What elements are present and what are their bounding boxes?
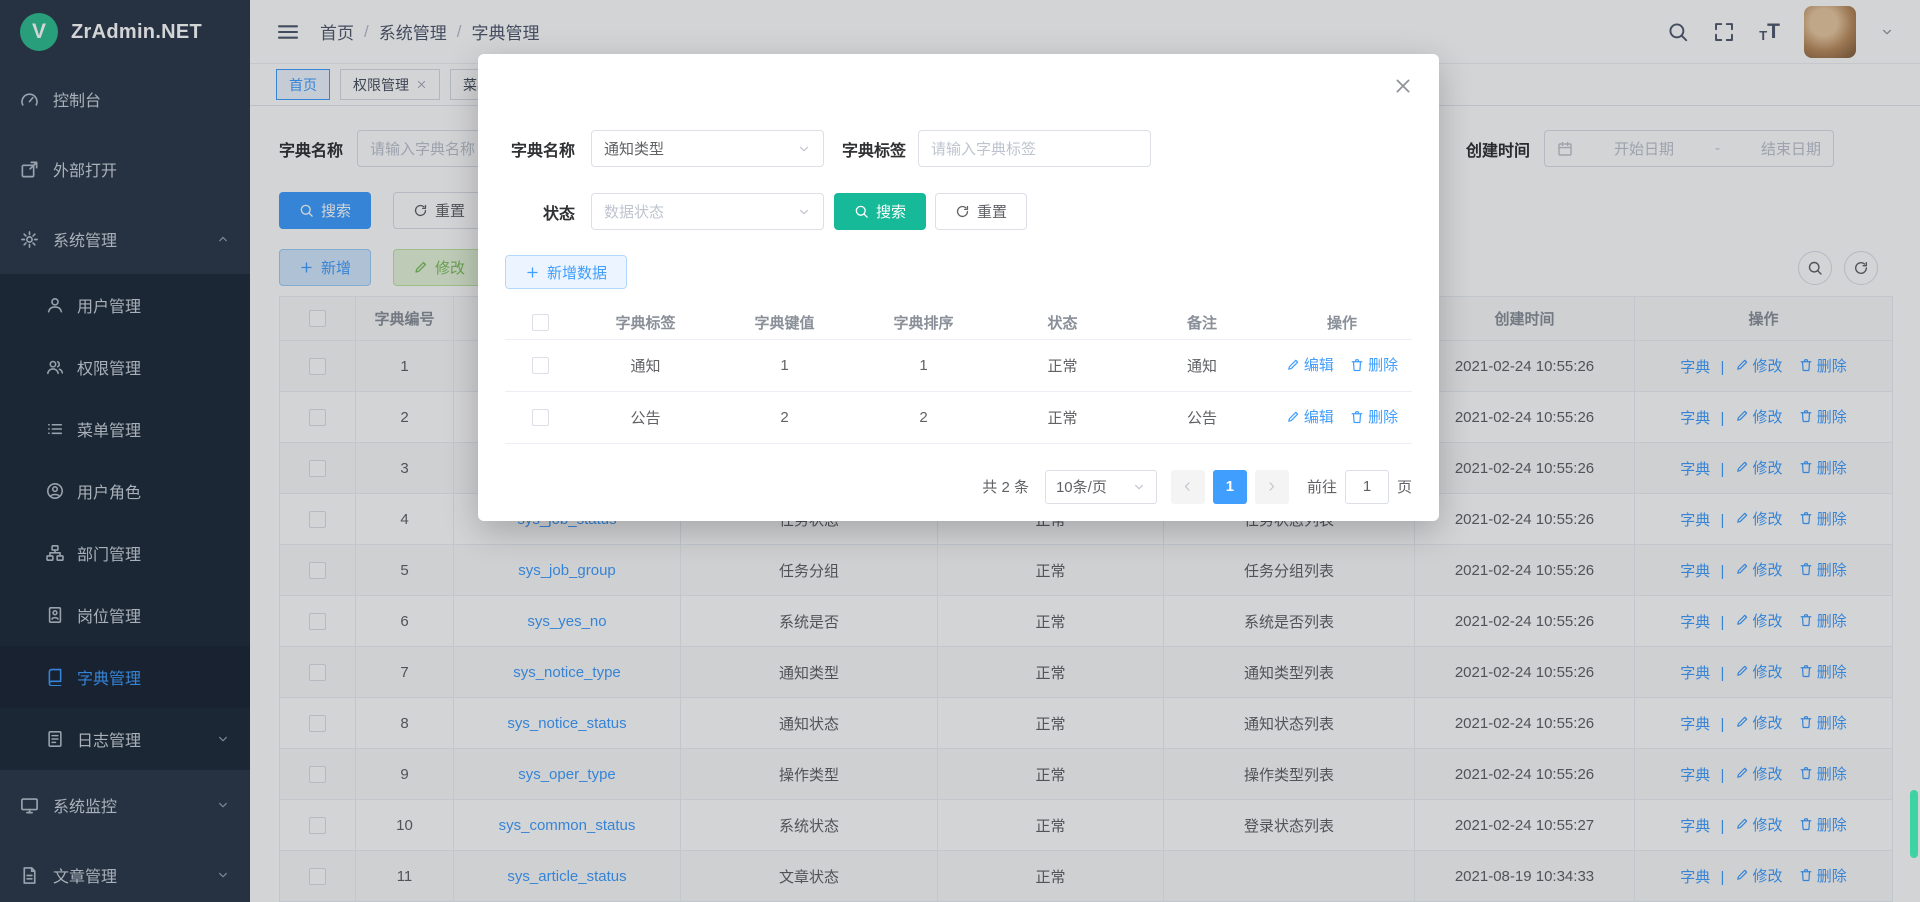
edit-link[interactable]: 编辑 — [1286, 406, 1334, 427]
cell-actions: 编辑 删除 — [1272, 391, 1412, 443]
chevron-down-icon — [797, 142, 811, 156]
table-row: 公告 2 2 正常 公告 编辑 删除 — [505, 391, 1412, 443]
header-dict-label: 字典标签 — [576, 306, 715, 339]
row-checkbox[interactable] — [532, 357, 549, 374]
cell-dict-value: 1 — [715, 339, 854, 391]
modal-dict-name-select[interactable]: 通知类型 — [591, 130, 824, 167]
plus-icon — [525, 265, 540, 280]
modal-dict-label-label: 字典标签 — [842, 137, 906, 161]
cell-dict-sort: 1 — [854, 339, 993, 391]
refresh-icon — [955, 204, 970, 219]
chevron-down-icon — [797, 205, 811, 219]
cell-remark: 公告 — [1132, 391, 1272, 443]
page-number-1[interactable]: 1 — [1213, 470, 1247, 504]
cell-status: 正常 — [993, 339, 1132, 391]
header-dict-sort: 字典排序 — [854, 306, 993, 339]
goto-label: 前往 — [1307, 476, 1337, 497]
edit-icon — [1286, 410, 1300, 424]
search-icon — [854, 204, 869, 219]
cell-checkbox — [505, 391, 576, 443]
modal-dict-name-label: 字典名称 — [505, 137, 575, 161]
modal-search-form-row2: 状态 数据状态 搜索 重置 — [505, 193, 1412, 230]
select-all-checkbox[interactable] — [532, 314, 549, 331]
dict-data-dialog: 字典名称 通知类型 字典标签 请输入字典标签 状态 数据状态 搜索 重置 — [478, 54, 1439, 521]
pagination: 共 2 条 10条/页 1 前往 1 页 — [505, 470, 1412, 504]
cell-status: 正常 — [993, 391, 1132, 443]
row-checkbox[interactable] — [532, 409, 549, 426]
modal-search-button[interactable]: 搜索 — [834, 193, 926, 230]
modal-table-header-row: 字典标签 字典键值 字典排序 状态 备注 操作 — [505, 306, 1412, 339]
header-select-all — [505, 306, 576, 339]
header-actions: 操作 — [1272, 306, 1412, 339]
header-status: 状态 — [993, 306, 1132, 339]
modal-filter-buttons: 搜索 重置 — [834, 193, 1027, 230]
pagination-total: 共 2 条 — [982, 476, 1029, 497]
next-page-button[interactable] — [1255, 470, 1289, 504]
close-icon[interactable] — [1393, 76, 1413, 96]
cell-actions: 编辑 删除 — [1272, 339, 1412, 391]
cell-checkbox — [505, 339, 576, 391]
edit-icon — [1286, 358, 1300, 372]
delete-icon — [1350, 410, 1364, 424]
header-remark: 备注 — [1132, 306, 1272, 339]
delete-link[interactable]: 删除 — [1350, 406, 1398, 427]
modal-reset-button[interactable]: 重置 — [935, 193, 1027, 230]
delete-icon — [1350, 358, 1364, 372]
goto-page-input[interactable]: 1 — [1345, 470, 1389, 504]
table-row: 通知 1 1 正常 通知 编辑 删除 — [505, 339, 1412, 391]
delete-link[interactable]: 删除 — [1350, 354, 1398, 375]
chevron-left-icon — [1181, 480, 1194, 493]
prev-page-button[interactable] — [1171, 470, 1205, 504]
cell-dict-value: 2 — [715, 391, 854, 443]
page-size-select[interactable]: 10条/页 — [1045, 470, 1157, 504]
cell-dict-label: 公告 — [576, 391, 715, 443]
modal-search-form-row1: 字典名称 通知类型 字典标签 请输入字典标签 — [505, 54, 1412, 167]
cell-dict-sort: 2 — [854, 391, 993, 443]
page-suffix-label: 页 — [1397, 476, 1412, 497]
modal-status-label: 状态 — [505, 200, 575, 224]
chevron-down-icon — [1132, 480, 1146, 494]
modal-status-select[interactable]: 数据状态 — [591, 193, 824, 230]
edit-link[interactable]: 编辑 — [1286, 354, 1334, 375]
add-dict-data-button[interactable]: 新增数据 — [505, 255, 627, 289]
modal-dict-label-input[interactable]: 请输入字典标签 — [918, 130, 1151, 167]
cell-remark: 通知 — [1132, 339, 1272, 391]
cell-dict-label: 通知 — [576, 339, 715, 391]
header-dict-value: 字典键值 — [715, 306, 854, 339]
dict-data-table: 字典标签 字典键值 字典排序 状态 备注 操作 通知 1 1 正常 通知 — [505, 306, 1412, 444]
chevron-right-icon — [1265, 480, 1278, 493]
scrollbar-thumb[interactable] — [1910, 790, 1918, 858]
